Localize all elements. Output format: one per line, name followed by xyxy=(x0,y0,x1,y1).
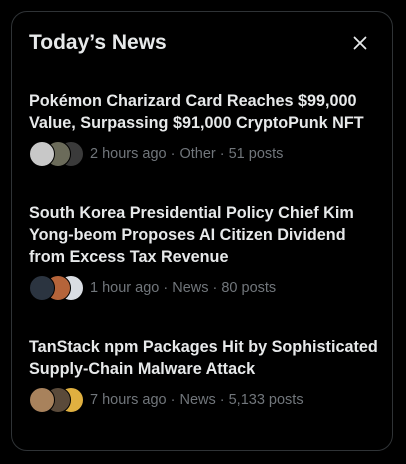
avatar-group xyxy=(29,141,87,167)
story-headline: Pokémon Charizard Card Reaches $99,000 V… xyxy=(29,92,364,132)
card-header: Today’s News xyxy=(29,28,375,58)
todays-news-card: Today’s News Pokémon Charizard Card Reac… xyxy=(11,11,393,451)
news-story[interactable]: South Korea Presidential Policy Chief Ki… xyxy=(29,202,380,301)
story-headline: TanStack npm Packages Hit by Sophisticat… xyxy=(29,338,378,378)
close-icon xyxy=(353,36,367,50)
avatar xyxy=(29,275,55,301)
story-meta: 7 hours ago · News · 5,133 posts xyxy=(90,392,304,408)
story-meta-row: 7 hours ago · News · 5,133 posts xyxy=(29,387,380,413)
story-meta: 1 hour ago · News · 80 posts xyxy=(90,280,277,296)
news-story[interactable]: TanStack npm Packages Hit by Sophisticat… xyxy=(29,336,380,413)
avatar-group xyxy=(29,275,87,301)
story-meta: 2 hours ago · Other · 51 posts xyxy=(90,146,284,162)
avatar-group xyxy=(29,387,87,413)
card-title: Today’s News xyxy=(29,31,167,54)
avatar xyxy=(29,141,55,167)
story-headline: South Korea Presidential Policy Chief Ki… xyxy=(29,204,354,266)
close-button[interactable] xyxy=(345,28,375,58)
story-meta-row: 2 hours ago · Other · 51 posts xyxy=(29,141,380,167)
news-story[interactable]: Pokémon Charizard Card Reaches $99,000 V… xyxy=(29,90,380,167)
story-meta-row: 1 hour ago · News · 80 posts xyxy=(29,275,380,301)
avatar xyxy=(29,387,55,413)
